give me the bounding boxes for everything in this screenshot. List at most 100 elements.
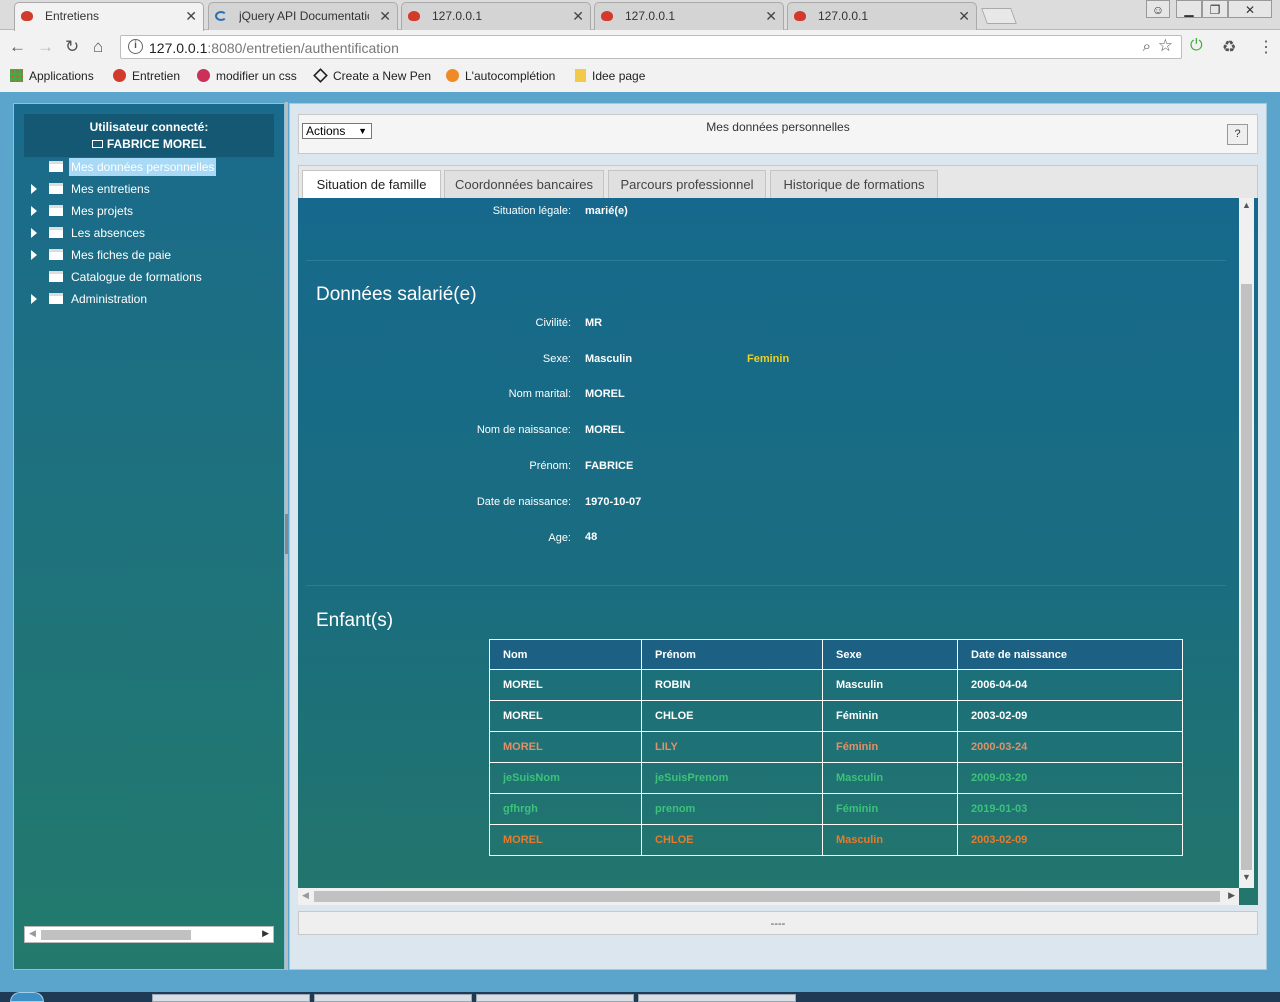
- bookmark-label: modifier un css: [216, 69, 297, 83]
- column-header-nom[interactable]: Nom: [489, 639, 642, 670]
- table-row[interactable]: MOREL LILY Féminin 2000-03-24: [489, 731, 1183, 763]
- close-icon[interactable]: ✕: [958, 3, 970, 29]
- sidebar-item-label: Catalogue de formations: [71, 270, 202, 284]
- taskbar-item[interactable]: [638, 994, 796, 1002]
- table-row[interactable]: MOREL CHLOE Féminin 2003-02-09: [489, 700, 1183, 732]
- url-text[interactable]: 127.0.0.1:8080/entretien/authentificatio…: [149, 40, 399, 56]
- browser-tab[interactable]: 127.0.0.1 ✕: [401, 2, 591, 30]
- tab-situation-famille[interactable]: Situation de famille: [302, 170, 441, 200]
- user-icon[interactable]: ☺: [1146, 0, 1170, 18]
- tab-title: Entretiens: [45, 9, 100, 23]
- speech-bubble-icon: [601, 11, 613, 21]
- content-horizontal-scrollbar[interactable]: ◀ ▶: [298, 888, 1239, 905]
- footer-bar: ----: [298, 911, 1258, 935]
- minimize-button[interactable]: ▁: [1176, 0, 1202, 18]
- back-icon[interactable]: ←: [9, 37, 26, 57]
- scroll-right-icon[interactable]: ▶: [1228, 890, 1235, 901]
- splitter-handle[interactable]: [285, 514, 288, 554]
- forward-icon[interactable]: →: [37, 37, 54, 57]
- column-header-prenom[interactable]: Prénom: [641, 639, 823, 670]
- address-bar[interactable]: i 127.0.0.1:8080/entretien/authentificat…: [120, 35, 1182, 59]
- bookmark-applications[interactable]: Applications: [10, 69, 94, 83]
- reload-icon[interactable]: ↻: [65, 37, 79, 57]
- codepen-icon: [313, 68, 328, 83]
- info-icon[interactable]: i: [128, 39, 143, 54]
- panel-titlebar: Mes données personnelles Actions ▼ ?: [298, 114, 1258, 154]
- chevron-down-icon: ▼: [358, 126, 367, 136]
- scroll-down-icon[interactable]: ▼: [1242, 872, 1251, 882]
- recycle-extension-icon[interactable]: ♻: [1222, 37, 1236, 57]
- taskbar-item[interactable]: [152, 994, 310, 1002]
- folder-icon: [49, 227, 63, 238]
- content-vertical-scrollbar[interactable]: ▲ ▼: [1239, 198, 1254, 888]
- close-window-button[interactable]: ✕: [1228, 0, 1272, 18]
- taskbar-item[interactable]: [476, 994, 634, 1002]
- expand-arrow-icon[interactable]: [31, 184, 37, 194]
- bookmark-modifier-css[interactable]: modifier un css: [197, 69, 297, 83]
- bookmark-idee-page[interactable]: Idee page: [575, 69, 645, 83]
- browser-tab[interactable]: jQuery API Documentatic ✕: [208, 2, 398, 30]
- cell-nom: MOREL: [489, 731, 642, 763]
- browser-tab[interactable]: 127.0.0.1 ✕: [787, 2, 977, 30]
- scrollbar-thumb[interactable]: [1241, 284, 1252, 870]
- cell-prenom: ROBIN: [641, 669, 823, 701]
- cell-sexe: Féminin: [822, 700, 958, 732]
- help-button[interactable]: ?: [1227, 124, 1248, 145]
- close-icon[interactable]: ✕: [765, 3, 777, 29]
- cell-nom: MOREL: [489, 669, 642, 701]
- sexe-alt-value[interactable]: Feminin: [747, 353, 789, 365]
- expand-arrow-icon[interactable]: [31, 250, 37, 260]
- close-icon[interactable]: ✕: [185, 3, 197, 29]
- tab-parcours-professionnel[interactable]: Parcours professionnel: [608, 170, 766, 199]
- close-icon[interactable]: ✕: [572, 3, 584, 29]
- home-icon[interactable]: ⌂: [93, 37, 103, 57]
- main-panel: Mes données personnelles Actions ▼ ? Situ…: [289, 103, 1267, 970]
- expand-arrow-icon[interactable]: [31, 228, 37, 238]
- column-header-sexe[interactable]: Sexe: [822, 639, 958, 670]
- date-naissance-value: 1970-10-07: [585, 496, 642, 508]
- browser-tab[interactable]: Entretiens ✕: [14, 2, 204, 31]
- scrollbar-thumb[interactable]: [314, 891, 1220, 902]
- speech-bubble-icon: [113, 69, 126, 82]
- scroll-right-icon[interactable]: ▶: [262, 928, 269, 939]
- tab-coordonnees-bancaires[interactable]: Coordonnées bancaires: [444, 170, 604, 199]
- apps-grid-icon: [10, 69, 23, 82]
- menu-icon[interactable]: ⋮: [1258, 37, 1274, 57]
- autocompletion-icon: [446, 69, 459, 82]
- bookmark-autocompletion[interactable]: L'autocomplétion: [446, 69, 555, 83]
- table-row[interactable]: MOREL CHLOE Masculin 2003-02-09: [489, 824, 1183, 856]
- children-table-body: MOREL ROBIN Masculin 2006-04-04 MOREL CHLOE Fé…: [489, 669, 1183, 856]
- table-row[interactable]: gfhrgh prenom Féminin 2019-01-03: [489, 793, 1183, 825]
- scroll-left-icon[interactable]: ◀: [29, 928, 36, 939]
- browser-tab[interactable]: 127.0.0.1 ✕: [594, 2, 784, 30]
- taskbar-item[interactable]: [314, 994, 472, 1002]
- power-extension-icon[interactable]: ⏻: [1190, 37, 1203, 55]
- scroll-up-icon[interactable]: ▲: [1242, 200, 1251, 210]
- expand-arrow-icon[interactable]: [31, 294, 37, 304]
- sidebar-horizontal-scrollbar[interactable]: ◀ ▶: [24, 926, 274, 943]
- tab-title: jQuery API Documentatic: [239, 9, 369, 23]
- zoom-icon[interactable]: ⌕: [1143, 38, 1151, 55]
- tab-title: 127.0.0.1: [818, 9, 869, 23]
- expand-arrow-icon[interactable]: [31, 206, 37, 216]
- cell-sexe: Féminin: [822, 731, 958, 763]
- nom-naissance-label: Nom de naissance:: [476, 424, 571, 436]
- panel-splitter[interactable]: [285, 102, 288, 970]
- restore-button[interactable]: ❐: [1202, 0, 1228, 18]
- scrollbar-thumb[interactable]: [41, 930, 191, 940]
- table-row[interactable]: jeSuisNom jeSuisPrenom Masculin 2009-03-20: [489, 762, 1183, 794]
- close-icon[interactable]: ✕: [379, 3, 391, 29]
- new-tab-button[interactable]: [981, 8, 1017, 24]
- bookmark-codepen[interactable]: Create a New Pen: [313, 68, 431, 83]
- bookmark-label: L'autocomplétion: [465, 69, 556, 83]
- column-header-date-naissance[interactable]: Date de naissance: [957, 639, 1183, 670]
- star-icon[interactable]: ☆: [1158, 36, 1173, 56]
- actions-select[interactable]: Actions ▼: [302, 123, 372, 139]
- cell-date-naissance: 2009-03-20: [957, 762, 1183, 794]
- table-row[interactable]: MOREL ROBIN Masculin 2006-04-04: [489, 669, 1183, 701]
- cell-prenom: LILY: [641, 731, 823, 763]
- tab-historique-formations[interactable]: Historique de formations: [770, 170, 938, 199]
- scroll-left-icon[interactable]: ◀: [302, 890, 309, 901]
- start-button[interactable]: [10, 992, 44, 1002]
- bookmark-entretien[interactable]: Entretien: [113, 69, 180, 83]
